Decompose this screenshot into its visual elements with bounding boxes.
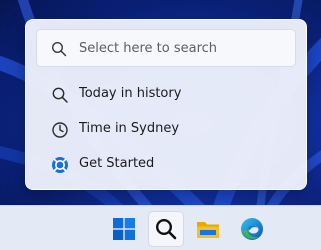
get-started-icon <box>52 157 68 173</box>
edge-browser-icon <box>241 218 263 240</box>
suggestion-label: Today in history <box>79 86 182 101</box>
clock-icon <box>52 122 68 138</box>
taskbar-search-button[interactable] <box>148 211 184 247</box>
suggestion-label: Time in Sydney <box>79 121 180 136</box>
file-explorer-button[interactable] <box>190 211 226 247</box>
taskbar <box>0 205 321 250</box>
folder-icon <box>197 222 219 238</box>
search-icon <box>51 41 67 57</box>
search-icon <box>52 87 68 103</box>
search-input[interactable] <box>79 30 284 66</box>
windows-logo-icon <box>113 218 135 240</box>
search-flyout: Today in history Time in Sydney Get Star… <box>25 19 307 190</box>
edge-button[interactable] <box>234 211 270 247</box>
suggestion-label: Get Started <box>79 156 155 171</box>
search-icon <box>155 218 177 240</box>
search-box[interactable] <box>36 29 296 67</box>
start-button[interactable] <box>106 211 142 247</box>
suggestion-get-started[interactable]: Get Started <box>36 150 296 180</box>
suggestion-today-in-history[interactable]: Today in history <box>36 80 296 110</box>
suggestion-time-in-sydney[interactable]: Time in Sydney <box>36 115 296 145</box>
